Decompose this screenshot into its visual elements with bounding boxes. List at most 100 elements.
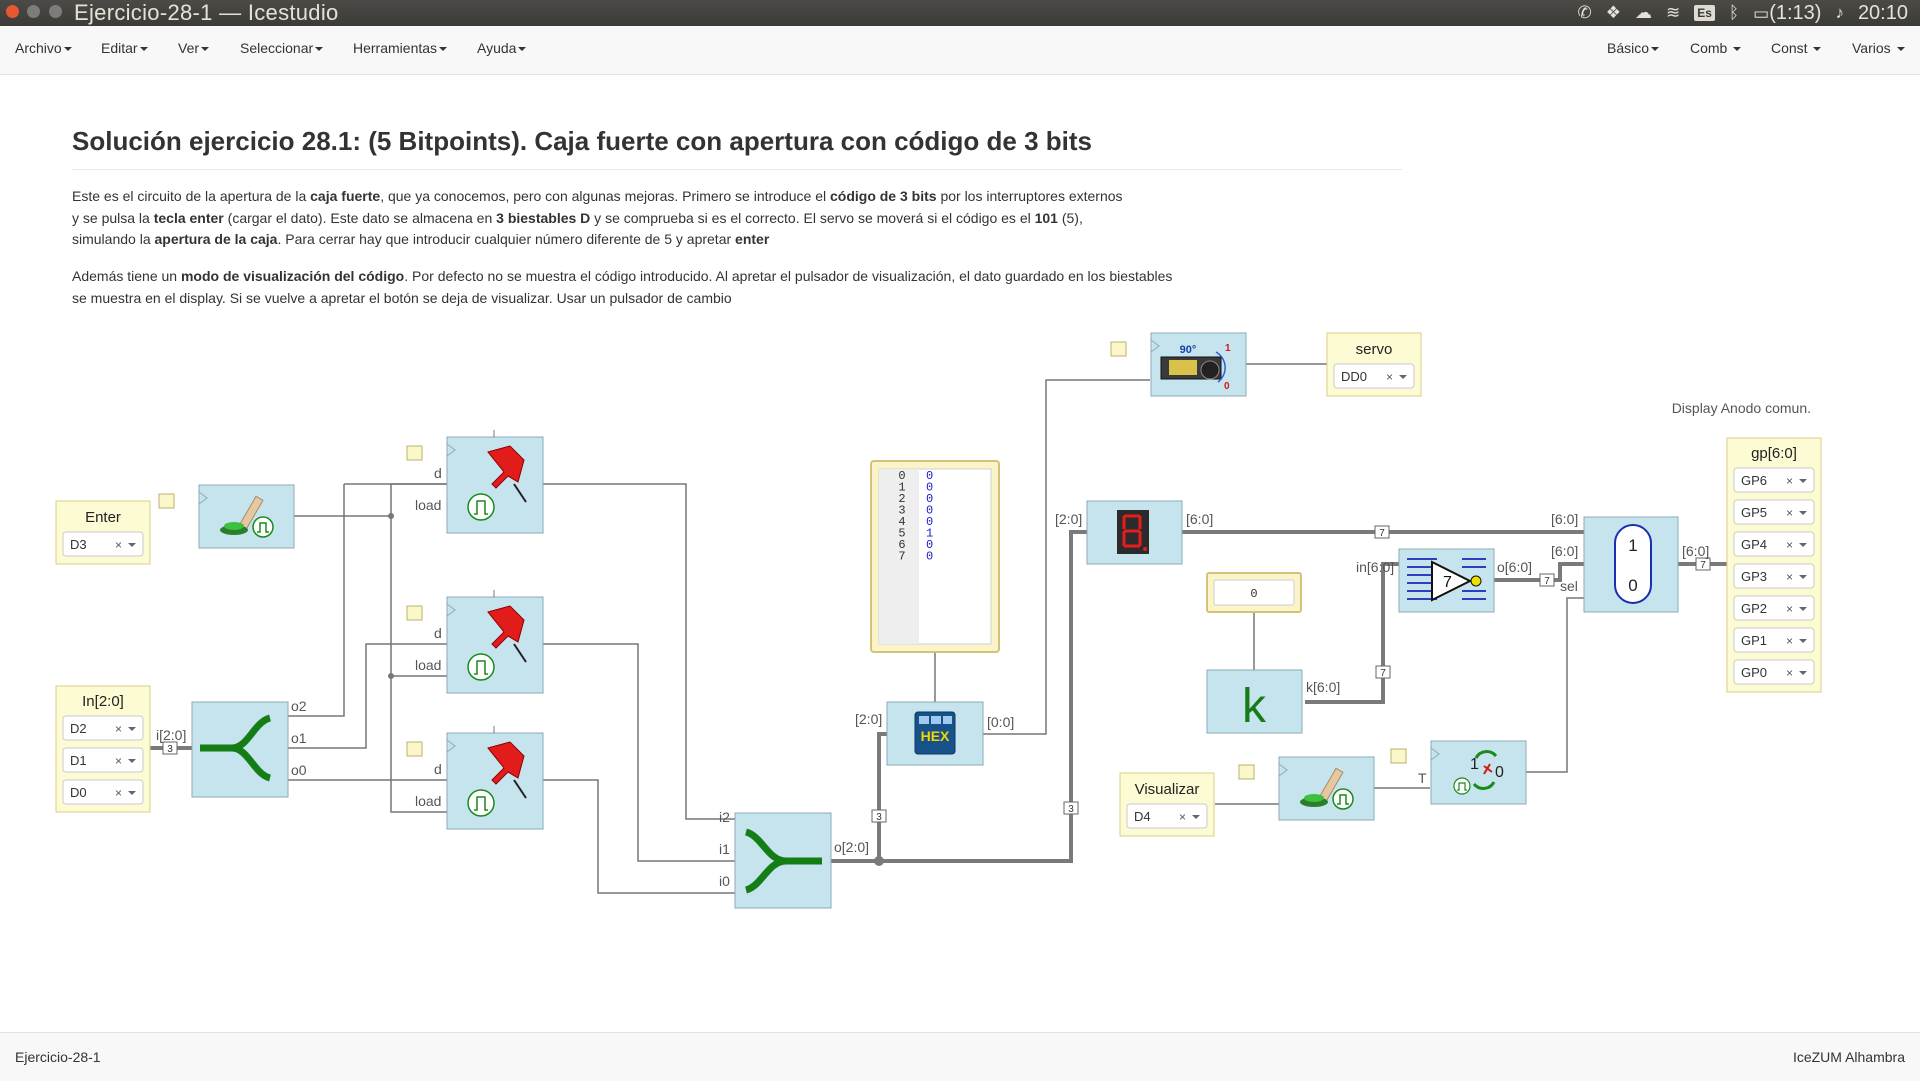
pin-select[interactable]: GP0 × (1733, 659, 1815, 685)
servo-angle-label: 90° (1180, 344, 1197, 356)
clear-icon[interactable]: × (1786, 634, 1793, 648)
mux-input-label: 0 (1628, 576, 1637, 595)
pin-select-value: GP1 (1741, 633, 1767, 648)
bus-width-label: 7 (1379, 528, 1385, 539)
port-label: [6:0] (1551, 543, 1578, 559)
servo-block[interactable]: 90° 1 0 (1110, 332, 1247, 397)
port-label: load (415, 793, 441, 809)
wire (288, 484, 345, 717)
input-title: Enter (85, 509, 121, 526)
wire (390, 516, 450, 677)
port-label: i[2:0] (156, 727, 186, 743)
memory-table-block[interactable]: 0 01 02 03 04 05 16 07 0 (870, 460, 1000, 653)
clock-input-indicator (406, 741, 423, 757)
servo-zero-label: 0 (1224, 381, 1230, 392)
visualizar-button-block[interactable] (1238, 756, 1375, 821)
pin-select[interactable]: GP3 × (1733, 563, 1815, 589)
port-label: [6:0] (1186, 511, 1213, 527)
port-label: [6:0] (1682, 543, 1709, 559)
status-bar: Ejercicio-28-1 IceZUM Alhambra (0, 1032, 1920, 1081)
clear-icon[interactable]: × (115, 538, 122, 552)
bus-join-block[interactable]: i2 i1 i0 o[2:0] (719, 809, 869, 909)
port-label: sel (1560, 578, 1578, 594)
wire (1526, 597, 1584, 773)
servo-one-label: 1 (1225, 343, 1231, 354)
pin-select[interactable]: GP4 × (1733, 531, 1815, 557)
clear-icon[interactable]: × (1786, 570, 1793, 584)
port-label: [2:0] (1055, 511, 1082, 527)
wire-junction (388, 513, 394, 519)
gp-pin-list: GP6 × GP5 × GP4 × GP3 × GP2 × GP1 × GP0 × (1733, 467, 1815, 685)
pin-select[interactable]: GP1 × (1733, 627, 1815, 653)
pin-select-value: D4 (1134, 809, 1151, 824)
enter-button-block[interactable] (158, 484, 295, 549)
clear-icon[interactable]: × (1386, 370, 1393, 384)
port-label: o[6:0] (1497, 559, 1532, 575)
bus-junction (874, 856, 884, 866)
dff-block-2[interactable]: d load (406, 430, 544, 534)
hex-icon-cell (931, 716, 941, 724)
port-label: [6:0] (1551, 511, 1578, 527)
wire-junction (388, 673, 394, 679)
dff-block-1[interactable]: d load (406, 590, 544, 694)
pin-select-value: GP2 (1741, 601, 1767, 616)
clock-input-indicator (158, 493, 175, 509)
port-label: [2:0] (855, 711, 882, 727)
clear-icon[interactable]: × (1786, 666, 1793, 680)
clear-icon[interactable]: × (1786, 474, 1793, 488)
table-address: 7 (898, 550, 905, 564)
pin-select[interactable]: GP5 × (1733, 499, 1815, 525)
t-flip-flop-block[interactable]: T 1 0 (1390, 740, 1527, 805)
port-label: load (415, 497, 441, 513)
clear-icon[interactable]: × (115, 786, 122, 800)
port-label: d (434, 761, 442, 777)
port-label: o2 (291, 698, 307, 714)
pin-select-value: GP6 (1741, 473, 1767, 488)
servo-horn (1200, 360, 1220, 380)
clock-input-indicator (1110, 341, 1127, 357)
wire (543, 643, 735, 862)
input-title: In[2:0] (82, 693, 124, 710)
port-label: d (434, 625, 442, 641)
mux-block[interactable]: 1 0 [6:0] [6:0] sel [6:0] (1551, 511, 1709, 613)
clear-icon[interactable]: × (1179, 810, 1186, 824)
clear-icon[interactable]: × (1786, 506, 1793, 520)
output-gp-bus[interactable]: gp[6:0] GP6 × GP5 × GP4 × GP3 × GP2 × GP1 × GP0 × (1726, 437, 1822, 693)
pin-select-value: D3 (70, 537, 87, 552)
clear-icon[interactable]: × (1786, 538, 1793, 552)
not-bubble (1470, 575, 1482, 587)
pin-select-value: D0 (70, 785, 87, 800)
input-title: Visualizar (1135, 781, 1200, 798)
board-name[interactable]: IceZUM Alhambra (1793, 1049, 1905, 1065)
pin-select[interactable]: GP6 × (1733, 467, 1815, 493)
bus-width-label: 3 (1068, 804, 1074, 815)
port-label: [0:0] (987, 714, 1014, 730)
port-label: o0 (291, 762, 307, 778)
pin-select[interactable]: GP2 × (1733, 595, 1815, 621)
constant-value-block[interactable]: 0 (1206, 572, 1302, 613)
servo-label-plate (1169, 360, 1197, 375)
constant-k-icon: k (1242, 680, 1267, 733)
hex-icon-cell (943, 716, 952, 724)
clock-input-indicator (1238, 764, 1255, 780)
input-enter[interactable]: Enter D3 × (55, 500, 151, 565)
display-comment: Display Anodo comun. (1672, 400, 1811, 416)
port-label: T (1418, 770, 1427, 786)
port-label: k[6:0] (1306, 679, 1340, 695)
clear-icon[interactable]: × (1786, 602, 1793, 616)
bus-width-label: 7 (1700, 560, 1706, 571)
not-width-label: 7 (1443, 574, 1452, 591)
wire (543, 483, 735, 820)
clear-icon[interactable]: × (115, 754, 122, 768)
input-visualizar[interactable]: Visualizar D4 × (1119, 772, 1215, 837)
table-value[interactable]: 0 (926, 550, 933, 564)
output-servo[interactable]: servo DD0 × (1326, 332, 1422, 397)
dff-block-0[interactable]: d load (406, 726, 544, 830)
clock-pulse-icon (467, 653, 495, 681)
input-in-bus[interactable]: In[2:0] D2 × D1 × D0 × (55, 685, 151, 813)
circuit-canvas[interactable]: 3 3 3 7 7 7 7 Enter D3 × In[2:0] D2 × D1… (0, 0, 1920, 1080)
clear-icon[interactable]: × (115, 722, 122, 736)
output-title: gp[6:0] (1751, 445, 1797, 462)
port-label: i0 (719, 873, 730, 889)
clock-pulse-icon (1453, 777, 1471, 795)
